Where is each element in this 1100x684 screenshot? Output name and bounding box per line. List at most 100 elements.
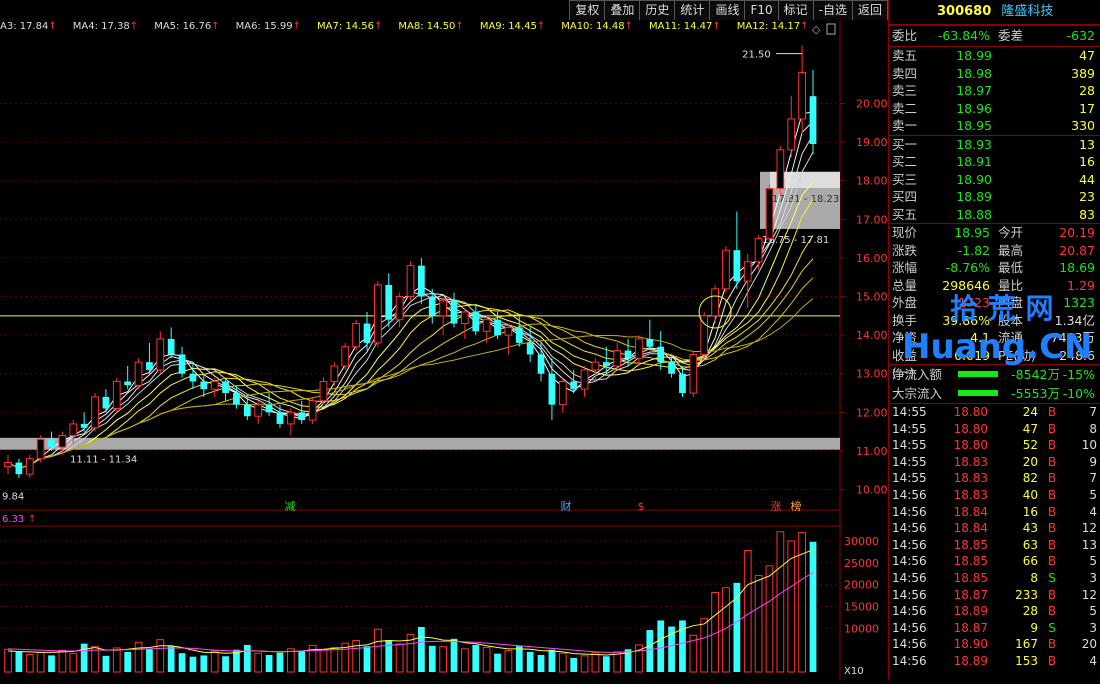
toolbar-button[interactable]: 历史 — [639, 0, 676, 20]
volume-bar — [472, 644, 480, 672]
toolbar-button[interactable]: 叠加 — [604, 0, 641, 20]
quote-panel: 300680 隆盛科技 委比 -63.84% 委差 -632 卖五 18.99 47… — [888, 0, 1100, 680]
volume-bar — [809, 541, 817, 672]
toolbar-button[interactable]: 标记 — [777, 0, 814, 20]
trade-side: B — [1047, 504, 1057, 519]
volume-unit: X10 — [844, 666, 864, 677]
trade-count: 5 — [1089, 487, 1097, 502]
quote-stats: 现价 18.95 今开 20.19 涨跌 -1.82 最高 20.87 涨幅 -8.76% 最低 18… — [889, 223, 1100, 381]
quote-label: 收益(一) — [892, 347, 918, 381]
book-row: 卖一 18.95 330 — [889, 117, 1100, 135]
volume-bar — [210, 650, 219, 673]
quote-value: 7493万 — [1050, 330, 1095, 345]
volume-bar — [613, 651, 622, 673]
trade-count: 7 — [1089, 471, 1097, 486]
book-price: 18.89 — [956, 189, 992, 204]
book-price: 18.97 — [956, 83, 992, 98]
trade-side: B — [1047, 604, 1057, 619]
candle-body — [36, 438, 45, 460]
trade-row: 14:55 18.83 20 B 9 — [889, 454, 1100, 471]
toolbar-button[interactable]: 统计 — [674, 0, 711, 20]
chart-toolbar: 复权 叠加 历史 统计 画线 F10 标记 -自选 返回 — [569, 0, 888, 20]
quote-value: 39.86% — [942, 312, 990, 328]
trade-volume: 47 — [1022, 421, 1038, 436]
trade-time: 14:56 — [892, 604, 927, 619]
high-label: 21.50 — [742, 50, 771, 61]
quote-value: 298646 — [942, 277, 990, 293]
candle-body — [112, 380, 121, 409]
book-price: 18.96 — [956, 100, 992, 116]
quote-label: 流通 — [998, 330, 1024, 345]
price-axis-label: 10.00 — [856, 484, 888, 497]
quote-value: 1.29 — [1067, 277, 1095, 293]
trade-time: 14:55 — [892, 421, 927, 436]
candle-body — [178, 354, 186, 374]
ma-label-text: MA7: 14.56 — [317, 21, 375, 32]
kline-chart[interactable]: 20.00 19.00 18.00 17.00 16.00 15.00 14.00 13.00… — [0, 0, 888, 680]
candle-body — [722, 249, 730, 290]
candle-body — [330, 365, 339, 382]
ma-label: MA5: 16.76↑ — [154, 21, 227, 32]
candle-body — [146, 362, 153, 370]
volume-bar — [102, 655, 110, 672]
trade-price: 18.84 — [953, 521, 988, 536]
volume-axis-label: 25000 — [844, 557, 879, 570]
trade-price: 18.83 — [953, 471, 988, 486]
event-marker: $ — [638, 500, 645, 513]
volume-bar — [363, 646, 371, 672]
quote-row: 现价 18.95 今开 20.19 — [889, 224, 1100, 242]
volume-bar — [298, 651, 306, 672]
flow-bar — [958, 371, 998, 377]
candle-body — [200, 381, 208, 390]
quote-value: 18.69 — [1059, 260, 1095, 275]
tick-trades[interactable]: 14:55 18.80 24 B 7 14:55 18.80 47 B 8 14:55 18.80 52… — [889, 403, 1100, 670]
quote-label: 现价 — [892, 225, 918, 240]
trade-price: 18.83 — [953, 487, 988, 502]
toolbar-button[interactable]: F10 — [744, 0, 779, 20]
committee-diff-label: 委差 — [998, 28, 1024, 43]
book-volume: 330 — [1071, 118, 1095, 133]
trade-row: 14:56 18.85 66 B 5 — [889, 553, 1100, 570]
volume-bar — [558, 652, 567, 673]
volume-bar — [776, 531, 785, 673]
candle-body — [134, 361, 143, 386]
book-label: 卖三 — [892, 83, 918, 98]
chart-area[interactable]: 20.00 19.00 18.00 17.00 16.00 15.00 14.00 13.00… — [0, 0, 888, 680]
ma-label-text: MA8: 14.50 — [398, 21, 456, 32]
candle-body — [286, 411, 295, 425]
candle-body — [4, 462, 12, 467]
quote-value: 0.019 — [954, 347, 990, 363]
trade-volume: 20 — [1022, 454, 1038, 469]
toolbar-button[interactable]: 返回 — [851, 0, 888, 20]
volume-bar — [265, 654, 273, 672]
trade-price: 18.87 — [953, 620, 988, 635]
book-volume: 13 — [1079, 136, 1095, 152]
quote-value: 18.95 — [954, 225, 990, 240]
trade-row: 14:55 18.80 52 B 10 — [889, 437, 1100, 454]
trade-price: 18.80 — [953, 438, 988, 453]
toolbar-button[interactable]: -自选 — [812, 0, 853, 20]
trade-volume: 43 — [1022, 521, 1038, 536]
toolbar-button[interactable]: 画线 — [709, 0, 746, 20]
quote-label: 涨幅 — [892, 260, 918, 275]
ma-up-arrow: ↑ — [129, 21, 139, 32]
trade-side: B — [1047, 554, 1057, 569]
trade-count: 4 — [1089, 504, 1097, 519]
candle-body — [341, 346, 350, 367]
trade-count: 4 — [1089, 653, 1097, 668]
volume-bar — [134, 641, 143, 673]
committee-ratio-label: 委比 — [892, 28, 918, 43]
candle-body — [308, 400, 317, 421]
trade-side: B — [1047, 405, 1057, 419]
toolbar-button[interactable]: 复权 — [569, 0, 606, 20]
volume-bar — [156, 639, 165, 673]
candle-body — [482, 319, 491, 332]
volume-bar — [733, 582, 741, 672]
volume-bar — [4, 648, 12, 673]
volume-bar — [602, 656, 610, 672]
candle-body — [515, 327, 523, 343]
volume-bar — [124, 651, 132, 672]
candle-body — [363, 323, 371, 343]
ma-label: MA9: 14.45↑ — [480, 21, 553, 32]
trade-volume: 167 — [1015, 637, 1038, 652]
